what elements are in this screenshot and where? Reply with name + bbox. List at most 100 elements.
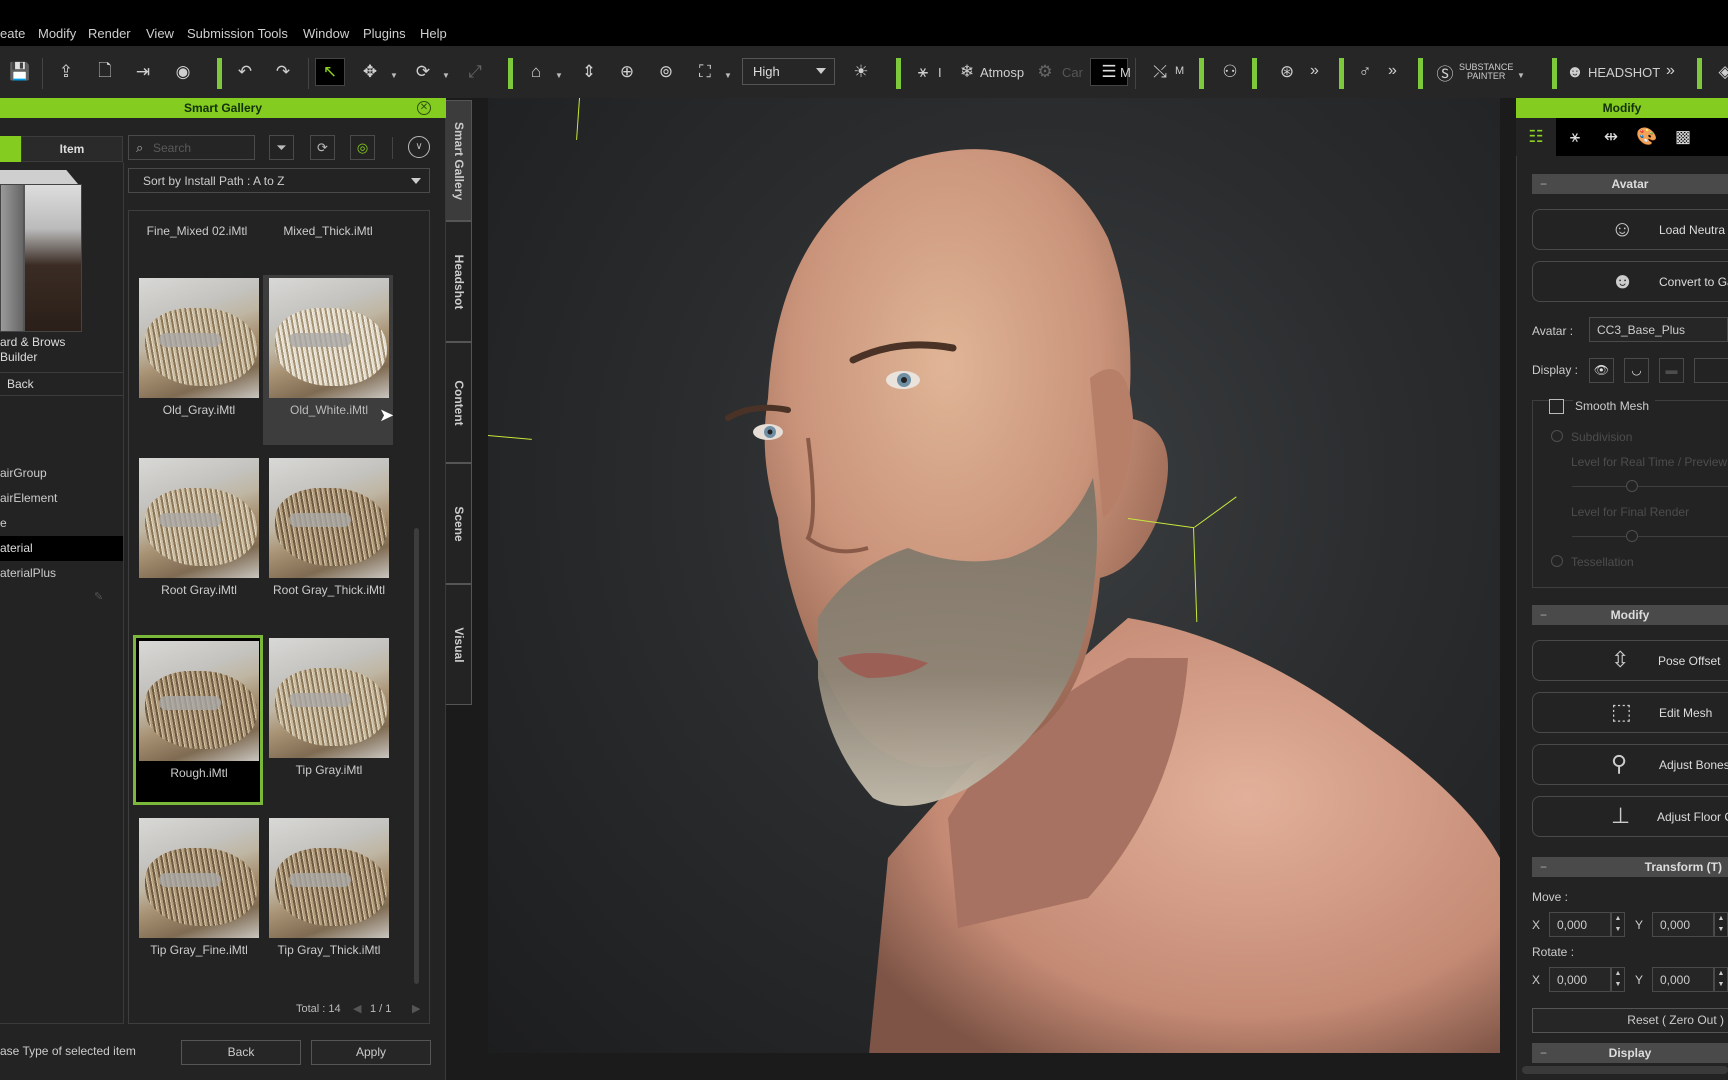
light-icon[interactable]: ☀ bbox=[846, 58, 876, 86]
tab-content[interactable]: Content bbox=[446, 342, 472, 463]
gallery-item-hover[interactable]: Old_White.iMtl bbox=[263, 275, 393, 445]
transform-section-header[interactable]: − Transform (T) bbox=[1532, 857, 1728, 877]
save-icon[interactable]: 💾 bbox=[5, 58, 35, 86]
move-y-stepper[interactable]: ▲ ▼ bbox=[1714, 912, 1728, 937]
sort-select[interactable]: Sort by Install Path : A to Z bbox=[128, 168, 430, 193]
convert-button[interactable]: ☻ Convert to Ga bbox=[1532, 261, 1728, 302]
reset-zero-out-button[interactable]: Reset ( Zero Out ) bbox=[1532, 1008, 1728, 1033]
apply-button[interactable]: Apply bbox=[311, 1040, 431, 1065]
filter-icon[interactable]: ⏷ bbox=[269, 135, 294, 160]
page-prev-icon[interactable]: ◀ bbox=[353, 1002, 361, 1015]
more-icon[interactable]: » bbox=[1310, 62, 1319, 80]
import-avatar-icon[interactable]: ⇪ bbox=[51, 58, 81, 86]
tree-item-selected[interactable]: aterial bbox=[0, 536, 123, 561]
search-input[interactable]: ⌕ Search bbox=[128, 135, 255, 160]
home-caret-icon[interactable]: ▼ bbox=[555, 71, 563, 80]
cube-360-icon[interactable]: ⊛ bbox=[1272, 58, 1302, 86]
realtime-slider-knob[interactable] bbox=[1626, 480, 1638, 492]
redo-icon[interactable]: ↷ bbox=[268, 58, 298, 86]
gallery-item[interactable]: Old_Gray.iMtl bbox=[133, 272, 263, 442]
gallery-item[interactable]: Root Gray.iMtl bbox=[133, 452, 263, 622]
camera-label[interactable]: Car bbox=[1062, 65, 1083, 80]
modify-horizontal-scrollbar[interactable] bbox=[1522, 1066, 1728, 1074]
menu-view[interactable]: View bbox=[146, 26, 174, 41]
orbit-icon[interactable]: ⊚ bbox=[651, 58, 681, 86]
gallery-item[interactable]: Tip Gray_Thick.iMtl bbox=[263, 812, 393, 982]
gallery-item[interactable]: Root Gray_Thick.iMtl bbox=[263, 452, 393, 622]
broadcast-icon[interactable]: ◎ bbox=[350, 135, 375, 160]
edit-pencil-icon[interactable]: ✎ bbox=[94, 590, 103, 603]
tree-back-item[interactable]: Back bbox=[0, 372, 123, 396]
move-x-stepper[interactable]: ▲ ▼ bbox=[1611, 912, 1625, 937]
scale-tool-icon[interactable]: ⤢ bbox=[460, 58, 490, 86]
more-icon[interactable]: » bbox=[1666, 62, 1675, 80]
tab-headshot[interactable]: Headshot bbox=[446, 221, 472, 342]
rotate-x-stepper[interactable]: ▲ ▼ bbox=[1611, 967, 1625, 992]
undo-icon[interactable]: ↶ bbox=[230, 58, 260, 86]
rotate-tool-icon[interactable]: ⟳ bbox=[408, 58, 438, 86]
final-slider-knob[interactable] bbox=[1626, 530, 1638, 542]
back-button[interactable]: Back bbox=[181, 1040, 301, 1065]
frame-caret-icon[interactable]: ▼ bbox=[724, 71, 732, 80]
mesh-hidden-icon[interactable]: ▬ bbox=[1659, 358, 1684, 383]
tree-item[interactable]: airGroup bbox=[0, 461, 123, 486]
preview-icon[interactable]: ◉ bbox=[168, 58, 198, 86]
fit-all-icon[interactable]: ⊕ bbox=[612, 58, 642, 86]
motion-tab-icon[interactable]: ⚹ bbox=[1561, 123, 1589, 151]
tree-item[interactable]: airElement bbox=[0, 486, 123, 511]
frame-icon[interactable]: ⛶ bbox=[690, 58, 720, 86]
ik-icon[interactable]: ⚹ bbox=[908, 58, 938, 86]
pose-offset-button[interactable]: ⇳ Pose Offset bbox=[1532, 640, 1728, 681]
tab-category[interactable] bbox=[0, 136, 21, 162]
avatar-field[interactable]: CC3_Base_Plus bbox=[1589, 317, 1728, 342]
export-icon[interactable]: ⇥ bbox=[128, 58, 158, 86]
atmosphere-icon[interactable]: ❄ bbox=[952, 58, 982, 86]
gallery-item-selected[interactable]: Rough.iMtl bbox=[133, 635, 263, 805]
move-tool-icon[interactable]: ✥ bbox=[355, 58, 385, 86]
avatar-section-header[interactable]: − Avatar bbox=[1532, 174, 1728, 194]
modify-section-header[interactable]: − Modify bbox=[1532, 605, 1728, 625]
menu-plugins[interactable]: Plugins bbox=[363, 26, 406, 41]
quality-select[interactable]: High bbox=[742, 58, 835, 85]
tessellation-radio[interactable] bbox=[1551, 555, 1563, 567]
tab-visual[interactable]: Visual bbox=[446, 584, 472, 705]
3d-viewport[interactable] bbox=[488, 98, 1500, 1065]
headshot-icon[interactable]: ☻ bbox=[1560, 58, 1590, 86]
tab-scene[interactable]: Scene bbox=[446, 463, 472, 584]
menu-render[interactable]: Render bbox=[88, 26, 131, 41]
grid-scrollbar[interactable] bbox=[414, 528, 419, 984]
rotate-y-field[interactable]: 0,000 bbox=[1652, 967, 1714, 992]
smooth-mesh-checkbox[interactable] bbox=[1549, 399, 1564, 414]
gallery-item[interactable]: Tip Gray_Fine.iMtl bbox=[133, 812, 263, 982]
adjust-bones-button[interactable]: ⚲ Adjust Bones bbox=[1532, 744, 1728, 785]
import-ic-icon[interactable]: 🗋 bbox=[90, 58, 120, 86]
load-neutral-button[interactable]: ☺ Load Neutra bbox=[1532, 209, 1728, 250]
display-section-header[interactable]: − Display bbox=[1532, 1043, 1728, 1063]
fit-vertical-icon[interactable]: ⇕ bbox=[574, 58, 604, 86]
headshot-button[interactable]: HEADSHOT bbox=[1588, 65, 1660, 80]
rotate-x-field[interactable]: 0,000 bbox=[1549, 967, 1611, 992]
menu-modify[interactable]: Modify bbox=[38, 26, 76, 41]
menu-help[interactable]: Help bbox=[420, 26, 447, 41]
edit-mesh-button[interactable]: ⬚ Edit Mesh bbox=[1532, 692, 1728, 733]
rotate-y-stepper[interactable]: ▲ ▼ bbox=[1714, 967, 1728, 992]
substance-caret-icon[interactable]: ▼ bbox=[1517, 71, 1525, 80]
motion-icon[interactable]: ⤯ bbox=[1145, 58, 1175, 86]
select-tool-icon[interactable]: ↖ bbox=[315, 58, 345, 86]
refresh-icon[interactable]: ⟳ bbox=[310, 135, 335, 160]
move-x-field[interactable]: 0,000 bbox=[1549, 912, 1611, 937]
motion-label[interactable]: M bbox=[1175, 65, 1184, 77]
more-icon[interactable]: » bbox=[1388, 62, 1397, 80]
character-swap-icon[interactable]: ⚇ bbox=[1215, 58, 1245, 86]
subdivision-radio[interactable] bbox=[1551, 430, 1563, 442]
menu-window[interactable]: Window bbox=[303, 26, 349, 41]
substance-painter-icon[interactable]: Ⓢ bbox=[1430, 58, 1460, 86]
texture-tab-icon[interactable]: ▩ bbox=[1669, 123, 1697, 151]
move-caret-icon[interactable]: ▼ bbox=[390, 71, 398, 80]
tree-item[interactable]: aterialPlus bbox=[0, 561, 123, 586]
adjust-floor-button[interactable]: ⊥ Adjust Floor C bbox=[1532, 796, 1728, 837]
beard-builder-thumbnail[interactable] bbox=[0, 184, 82, 332]
gender-icon[interactable]: ♂ bbox=[1350, 58, 1380, 86]
gallery-item[interactable]: Tip Gray.iMtl bbox=[263, 632, 393, 802]
atmosphere-label[interactable]: Atmosp bbox=[980, 65, 1024, 80]
